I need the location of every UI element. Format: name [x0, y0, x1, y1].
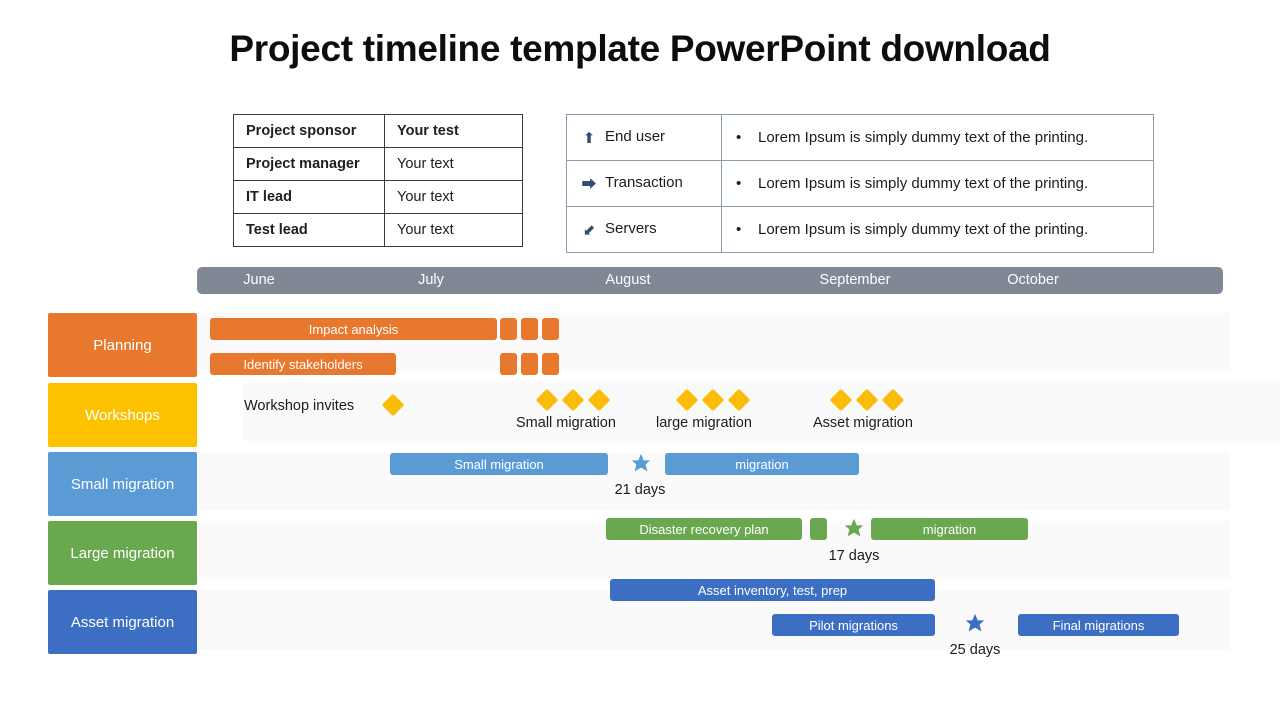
month-label-august: August [605, 272, 651, 288]
duration-label-25-days: 25 days [949, 642, 1001, 658]
task-bar-pilot-migrations[interactable]: Pilot migrations [772, 614, 935, 636]
task-bar-small-migration[interactable]: Small migration [390, 453, 608, 475]
gantt-timeline: June July August September October Plann… [0, 0, 1280, 720]
milestone-label-large-migration: large migration [656, 415, 752, 431]
task-bar-impact-analysis[interactable]: Impact analysis [210, 318, 497, 340]
task-bar-migration[interactable]: migration [665, 453, 859, 475]
task-chip[interactable] [500, 318, 517, 340]
task-bar-migration[interactable]: migration [871, 518, 1028, 540]
milestone-label-small-migration: Small migration [516, 415, 616, 431]
milestone-label-asset-migration: Asset migration [813, 415, 913, 431]
sidebar-item-workshops[interactable]: Workshops [48, 383, 197, 447]
month-label-june: June [243, 272, 275, 288]
task-chip[interactable] [500, 353, 517, 375]
sidebar-item-asset-migration[interactable]: Asset migration [48, 590, 197, 654]
milestone-star-icon[interactable] [964, 613, 986, 635]
sidebar-item-planning[interactable]: Planning [48, 313, 197, 377]
milestone-star-icon[interactable] [630, 453, 652, 475]
task-bar-identify-stakeholders[interactable]: Identify stakeholders [210, 353, 396, 375]
task-bar-final-migrations[interactable]: Final migrations [1018, 614, 1179, 636]
duration-label-21-days: 21 days [614, 482, 666, 498]
month-label-september: September [819, 272, 891, 288]
milestone-star-icon[interactable] [843, 518, 865, 540]
month-label-july: July [418, 272, 444, 288]
sidebar-item-large-migration[interactable]: Large migration [48, 521, 197, 585]
month-label-october: October [1007, 272, 1059, 288]
milestone-label-workshop-invites: Workshop invites [244, 398, 355, 414]
task-bar-disaster-recovery-plan[interactable]: Disaster recovery plan [606, 518, 802, 540]
task-chip[interactable] [521, 353, 538, 375]
task-chip[interactable] [542, 318, 559, 340]
task-chip[interactable] [521, 318, 538, 340]
task-chip[interactable] [810, 518, 827, 540]
timeline-month-header: June July August September October [197, 267, 1223, 294]
row-band-workshops [243, 383, 1280, 441]
task-bar-asset-inventory[interactable]: Asset inventory, test, prep [610, 579, 935, 601]
duration-label-17-days: 17 days [828, 548, 880, 564]
task-chip[interactable] [542, 353, 559, 375]
sidebar-item-small-migration[interactable]: Small migration [48, 452, 197, 516]
